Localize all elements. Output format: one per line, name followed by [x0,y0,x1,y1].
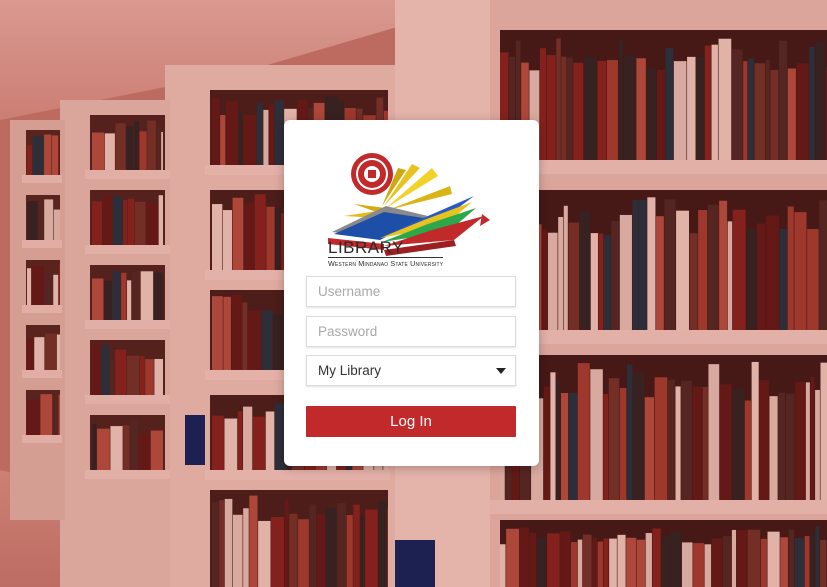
password-input[interactable] [306,316,516,347]
caret-down-icon [496,367,506,374]
username-input[interactable] [306,276,516,307]
login-card: LIBRARY Western Mindanao State Universit… [284,120,539,466]
login-button[interactable]: Log In [306,406,516,437]
logo-title: LIBRARY [328,238,404,257]
library-select-value: My Library [318,363,382,378]
library-select[interactable]: My Library [306,355,516,386]
logo-subtitle: Western Mindanao State University [328,257,444,268]
